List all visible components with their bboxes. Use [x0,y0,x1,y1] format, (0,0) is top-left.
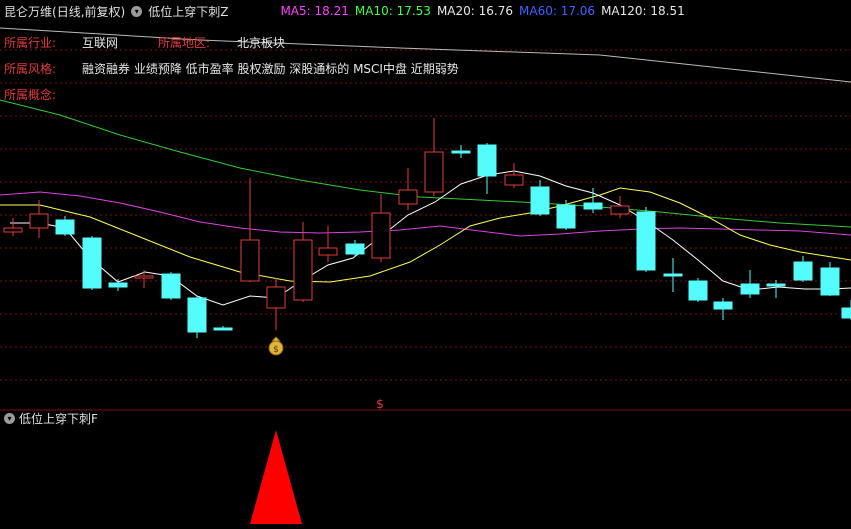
candle [713,298,733,320]
signal-triangle [250,430,302,524]
candle-body [293,239,313,301]
candle [266,278,286,330]
chart-header: 昆仑万维 (日线,前复权) ▾ 低位上穿下刺Z MA5: 18.21 MA10:… [4,2,691,20]
candle-body [266,286,286,309]
candle-body [161,273,181,299]
candle-body [530,186,550,215]
ma20-line [0,191,851,237]
industry-value: 互联网 [82,36,119,50]
region-label: 所属地区: [158,36,211,50]
candle-body [740,283,760,295]
candle-body [187,297,207,333]
svg-text:$: $ [273,345,279,355]
candle [841,300,851,320]
chevron-down-icon[interactable]: ▾ [131,5,143,17]
candle-body [504,174,524,186]
candle-body [610,205,630,215]
candle [187,296,207,338]
candle-body [451,150,471,154]
candle-body [556,204,576,229]
candle [477,143,497,194]
ma10-line [0,187,851,283]
candle [793,256,813,282]
money-bag-icon: $ [268,336,284,356]
candle [55,216,75,236]
candle-body [583,202,603,210]
period-label: (日线,前复权) [52,4,126,19]
candle [504,163,524,188]
chart-stage: $ $ [0,27,851,524]
candle [663,258,683,292]
candle-body [3,227,23,233]
stock-name: 昆仑万维 [4,4,53,19]
candle [293,222,313,302]
candle [820,262,840,296]
industry-label: 所属行业: [4,36,57,50]
candle [451,145,471,158]
candle-body [29,213,49,229]
chevron-down-icon[interactable]: ▾ [4,412,15,424]
candle-body [424,151,444,193]
candlesticks [3,118,851,338]
candle [3,218,23,236]
style-label: 所属风格: [4,62,57,76]
candle [161,272,181,300]
ma20-readout: MA20: 16.76 [436,4,513,18]
candle-body [240,239,260,282]
candle [371,194,391,262]
ma10-readout: MA10: 17.53 [354,4,431,18]
candle [29,200,49,238]
candle [636,207,656,272]
candle [740,270,760,298]
candle [318,226,338,262]
candle [398,168,418,210]
ma5-readout: MA5: 18.21 [280,4,349,18]
candle-body [213,327,233,331]
region-value: 北京板块 [237,36,286,50]
candle [688,278,708,302]
candle-body [345,243,365,255]
main-indicator-name[interactable]: 低位上穿下刺Z [148,3,228,20]
candle-body [134,275,154,279]
style-value: 融资融券 业绩预降 低市盈率 股权激励 深股通标的 MSCI中盘 近期弱势 [82,62,459,76]
candle-body [318,247,338,256]
ma60-readout: MA60: 17.06 [519,4,596,18]
concept-label: 所属概念: [4,88,57,102]
candle [766,280,786,298]
candle-body [688,280,708,301]
indicator-panel-title[interactable]: 低位上穿下刺F [19,410,98,427]
candle-body [55,219,75,235]
dollar-marker: $ [376,397,384,411]
candle-body [766,283,786,287]
candle [82,236,102,290]
candle [424,118,444,196]
candle-body [713,301,733,310]
price-gridlines [0,49,851,381]
ma120-readout: MA120: 18.51 [601,4,685,18]
candle [556,200,576,230]
candle-body [371,212,391,259]
candle-body [636,211,656,271]
candle-body [663,273,683,277]
indicator-panel-header: ▾ 低位上穿下刺F [4,410,98,426]
candle-body [841,307,851,319]
candle [213,326,233,331]
candle [345,240,365,256]
candle-body [398,189,418,205]
candle-body [793,261,813,281]
candle-body [108,282,128,288]
candle-body [820,267,840,296]
candle-body [477,144,497,177]
candle-body [82,237,102,289]
candle [530,180,550,216]
